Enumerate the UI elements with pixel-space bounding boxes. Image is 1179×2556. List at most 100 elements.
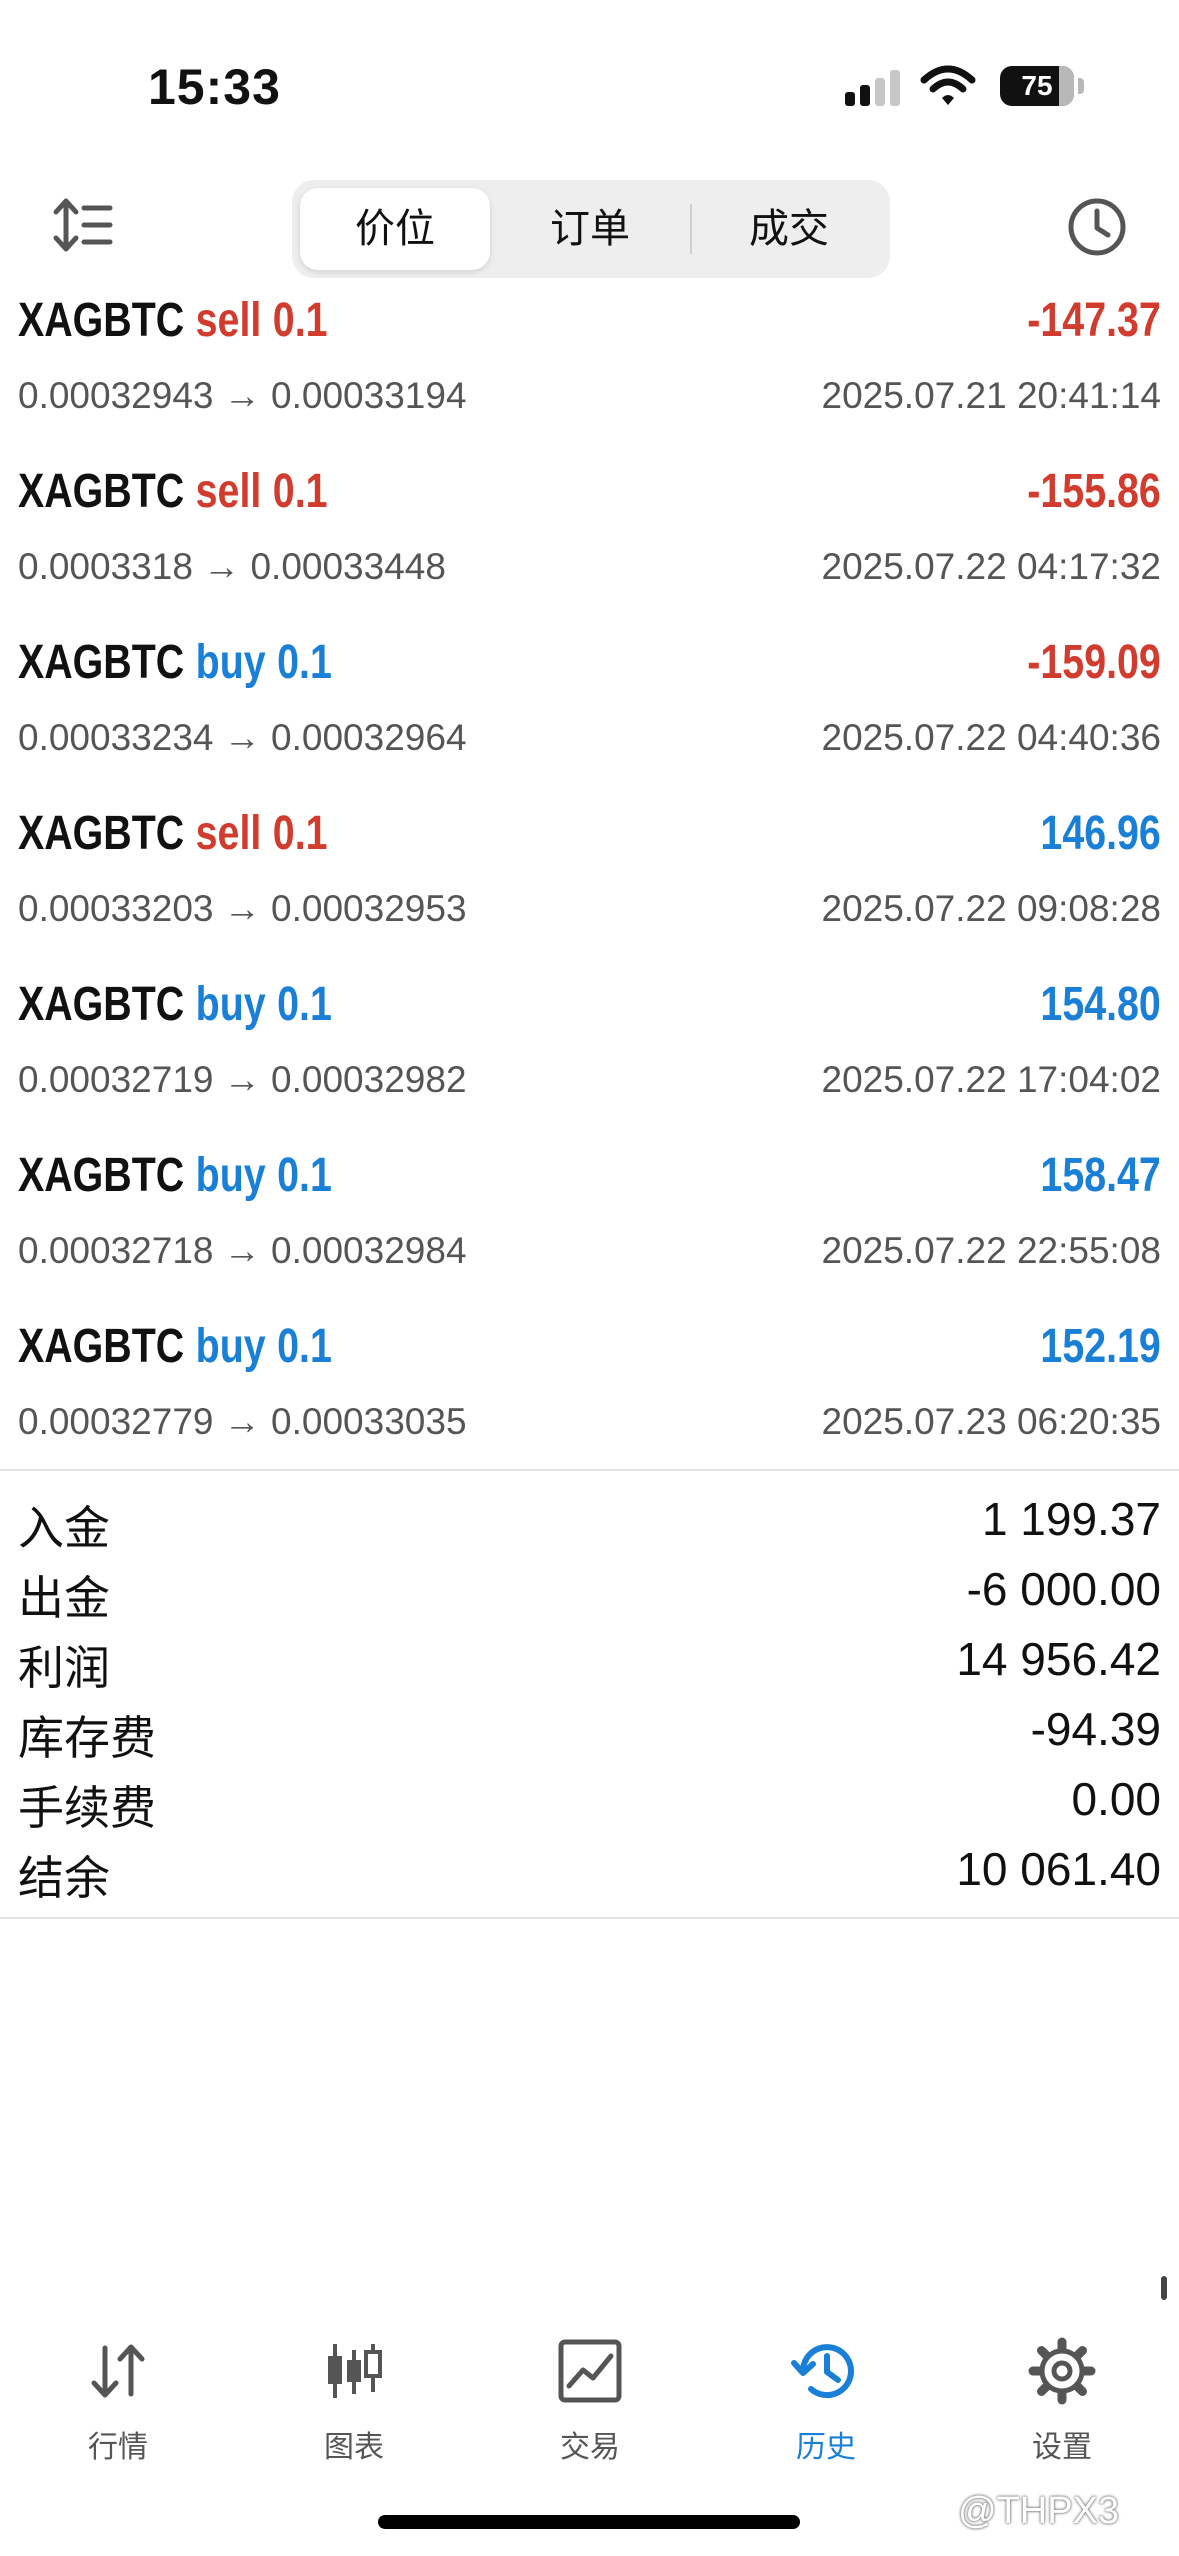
status-time: 15:33 — [148, 59, 281, 115]
deal-profit: -159.09 — [1027, 636, 1161, 689]
summary-label: 手续费 — [18, 1782, 156, 1834]
deal-prices: 0.00033203 → 0.00032953 — [18, 888, 467, 929]
sort-arrows-icon[interactable] — [52, 196, 114, 254]
deal-symbol: XAGBTC — [18, 465, 185, 518]
tab-label: 历史 — [796, 2431, 856, 2464]
tab-history[interactable]: 历史 — [708, 2310, 944, 2510]
deal-time: 2025.07.22 04:17:32 — [821, 546, 1162, 587]
summary-label: 库存费 — [18, 1712, 156, 1764]
deal-prices: 0.00033234 → 0.00032964 — [18, 717, 467, 758]
tab-charts[interactable]: 图表 — [236, 2310, 472, 2510]
deal-side: sell — [195, 465, 262, 518]
tab-label: 行情 — [88, 2431, 148, 2464]
segment-orders[interactable]: 订单 — [496, 188, 684, 270]
status-bar: 15:33 75 — [0, 0, 1179, 170]
bottom-tab-bar: 行情 图表 交易 历史 设置 — [0, 2310, 1179, 2510]
deal-symbol: XAGBTC — [18, 636, 185, 689]
clock-icon[interactable] — [1066, 196, 1128, 258]
deal-row[interactable]: XAGBTC sell 0.1 -147.37 0.00032943 → 0.000… — [0, 285, 1179, 456]
deal-time: 2025.07.22 17:04:02 — [821, 1059, 1162, 1100]
deal-prices: 0.00032943 → 0.00033194 — [18, 375, 467, 416]
deal-profit: 154.80 — [1040, 978, 1161, 1031]
trade-chart-icon — [558, 2339, 622, 2403]
deal-time: 2025.07.22 04:40:36 — [821, 717, 1162, 758]
deal-volume: 0.1 — [272, 465, 328, 518]
segment-positions[interactable]: 价位 — [300, 188, 490, 270]
deal-symbol: XAGBTC — [18, 294, 185, 347]
deal-volume: 0.1 — [277, 636, 332, 689]
deal-side: sell — [195, 294, 262, 347]
deal-side: buy — [195, 636, 266, 689]
summary-value: 10 061.40 — [956, 1843, 1161, 1895]
segment-deals[interactable]: 成交 — [696, 188, 882, 270]
summary-row-balance: 结余 10 061.40 — [0, 1838, 1179, 1908]
summary-value: 0.00 — [1071, 1773, 1161, 1825]
summary-value: 14 956.42 — [956, 1633, 1161, 1685]
deal-row[interactable]: XAGBTC sell 0.1 -155.86 0.0003318 → 0.0003… — [0, 456, 1179, 627]
deal-volume: 0.1 — [277, 978, 332, 1031]
history-icon — [791, 2344, 854, 2399]
home-indicator[interactable] — [378, 2515, 800, 2529]
deal-side: sell — [195, 807, 262, 860]
battery-icon: 75 — [1000, 66, 1074, 106]
tab-quotes[interactable]: 行情 — [0, 2310, 236, 2510]
deal-volume: 0.1 — [272, 294, 328, 347]
tab-settings[interactable]: 设置 — [944, 2310, 1179, 2510]
summary-value: -6 000.00 — [966, 1563, 1161, 1615]
deal-profit: -155.86 — [1027, 465, 1161, 518]
deal-side: buy — [195, 1320, 266, 1373]
deal-time: 2025.07.22 22:55:08 — [821, 1230, 1162, 1271]
tab-trade[interactable]: 交易 — [472, 2310, 708, 2510]
summary-row-withdrawal: 出金 -6 000.00 — [0, 1558, 1179, 1628]
deal-row[interactable]: XAGBTC buy 0.1 152.19 0.00032779 → 0.00033… — [0, 1311, 1179, 1482]
quotes-arrows-icon — [91, 2344, 145, 2398]
summary-row-deposit: 入金 1 199.37 — [0, 1488, 1179, 1558]
deal-volume: 0.1 — [277, 1149, 332, 1202]
deal-prices: 0.00032718 → 0.00032984 — [18, 1230, 467, 1271]
deal-row[interactable]: XAGBTC buy 0.1 -159.09 0.00033234 → 0.0003… — [0, 627, 1179, 798]
watermark: @THPX3 — [958, 2490, 1120, 2532]
tab-label: 设置 — [1032, 2431, 1092, 2464]
list-summary-divider — [0, 1469, 1179, 1471]
summary-label: 结余 — [18, 1852, 110, 1904]
summary-label: 入金 — [18, 1502, 110, 1554]
deal-symbol: XAGBTC — [18, 1149, 185, 1202]
summary-row-swap: 库存费 -94.39 — [0, 1698, 1179, 1768]
summary-label: 利润 — [18, 1642, 110, 1694]
view-segmented-control: 价位 订单 成交 — [292, 180, 890, 278]
summary-value: -94.39 — [1030, 1703, 1161, 1755]
deal-row[interactable]: XAGBTC buy 0.1 158.47 0.00032718 → 0.00032… — [0, 1140, 1179, 1311]
deal-prices: 0.0003318 → 0.00033448 — [18, 546, 446, 587]
deal-time: 2025.07.23 06:20:35 — [821, 1401, 1162, 1442]
account-summary: 入金 1 199.37 出金 -6 000.00 利润 14 956.42 库存… — [0, 1488, 1179, 1908]
deal-volume: 0.1 — [272, 807, 328, 860]
cellular-signal-icon — [845, 70, 901, 106]
deal-time: 2025.07.21 20:41:14 — [821, 375, 1162, 416]
summary-row-commission: 手续费 0.00 — [0, 1768, 1179, 1838]
deal-time: 2025.07.22 09:08:28 — [821, 888, 1162, 929]
deal-list: XAGBTC sell 0.1 -147.37 0.00032943 → 0.000… — [0, 285, 1179, 1482]
summary-value: 1 199.37 — [981, 1493, 1161, 1545]
candlestick-chart-icon — [328, 2344, 382, 2398]
deal-prices: 0.00032719 → 0.00032982 — [18, 1059, 467, 1100]
segment-divider — [690, 204, 692, 254]
deal-profit: 152.19 — [1040, 1320, 1161, 1373]
battery-tip — [1078, 78, 1084, 94]
battery-level: 75 — [1021, 70, 1053, 101]
deal-profit: -147.37 — [1027, 294, 1161, 347]
summary-label: 出金 — [18, 1572, 110, 1624]
summary-bottom-divider — [0, 1917, 1179, 1919]
deal-prices: 0.00032779 → 0.00033035 — [18, 1401, 467, 1442]
deal-symbol: XAGBTC — [18, 807, 185, 860]
tab-label: 交易 — [560, 2431, 620, 2464]
tab-label: 图表 — [324, 2431, 384, 2464]
deal-volume: 0.1 — [277, 1320, 332, 1373]
wifi-icon — [920, 65, 976, 105]
deal-side: buy — [195, 978, 266, 1031]
deal-profit: 158.47 — [1040, 1149, 1161, 1202]
summary-row-profit: 利润 14 956.42 — [0, 1628, 1179, 1698]
deal-row[interactable]: XAGBTC buy 0.1 154.80 0.00032719 → 0.00032… — [0, 969, 1179, 1140]
gear-icon — [1028, 2337, 1096, 2405]
deal-row[interactable]: XAGBTC sell 0.1 146.96 0.00033203 → 0.0003… — [0, 798, 1179, 969]
scroll-indicator[interactable] — [1161, 2276, 1167, 2300]
